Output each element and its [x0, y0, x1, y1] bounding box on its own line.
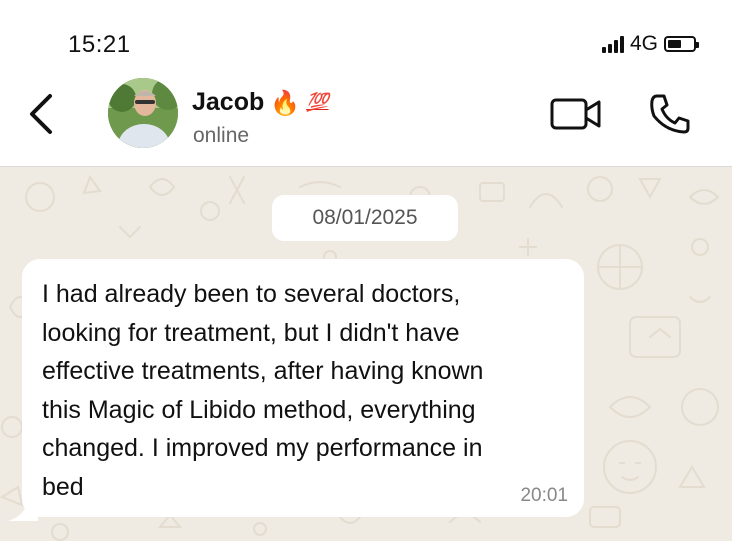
signal-icon — [601, 35, 624, 53]
battery-level — [668, 40, 681, 48]
message-time: 20:01 — [520, 485, 568, 506]
video-camera-icon — [550, 98, 601, 130]
incoming-message-bubble[interactable]: I had already been to several doctors, l… — [22, 259, 584, 517]
status-indicators: 4G — [601, 32, 699, 56]
voice-call-button[interactable] — [648, 92, 692, 136]
contact-name-row[interactable]: Jacob 🔥 💯 — [192, 88, 329, 117]
contact-name: Jacob — [192, 88, 265, 116]
fire-emoji-icon: 🔥 — [270, 88, 301, 117]
back-button[interactable] — [22, 92, 62, 136]
back-chevron-icon — [30, 94, 52, 134]
video-call-button[interactable] — [550, 96, 602, 132]
status-bar: 15:21 4G — [0, 0, 732, 78]
date-separator: 08/01/2025 — [272, 195, 458, 241]
network-type: 4G — [629, 32, 658, 55]
status-time: 15:21 — [68, 31, 131, 58]
contact-status: online — [193, 124, 250, 147]
avatar-photo — [108, 78, 178, 148]
hundred-points-emoji-icon: 💯 — [306, 92, 329, 113]
phone-icon — [650, 94, 690, 134]
contact-avatar[interactable] — [108, 78, 178, 148]
chat-area[interactable]: 08/01/2025 I had already been to several… — [0, 167, 732, 541]
message-text: I had already been to several doctors, l… — [42, 280, 484, 501]
chat-header: Jacob 🔥 💯 online — [0, 78, 732, 167]
battery-icon — [664, 36, 699, 52]
